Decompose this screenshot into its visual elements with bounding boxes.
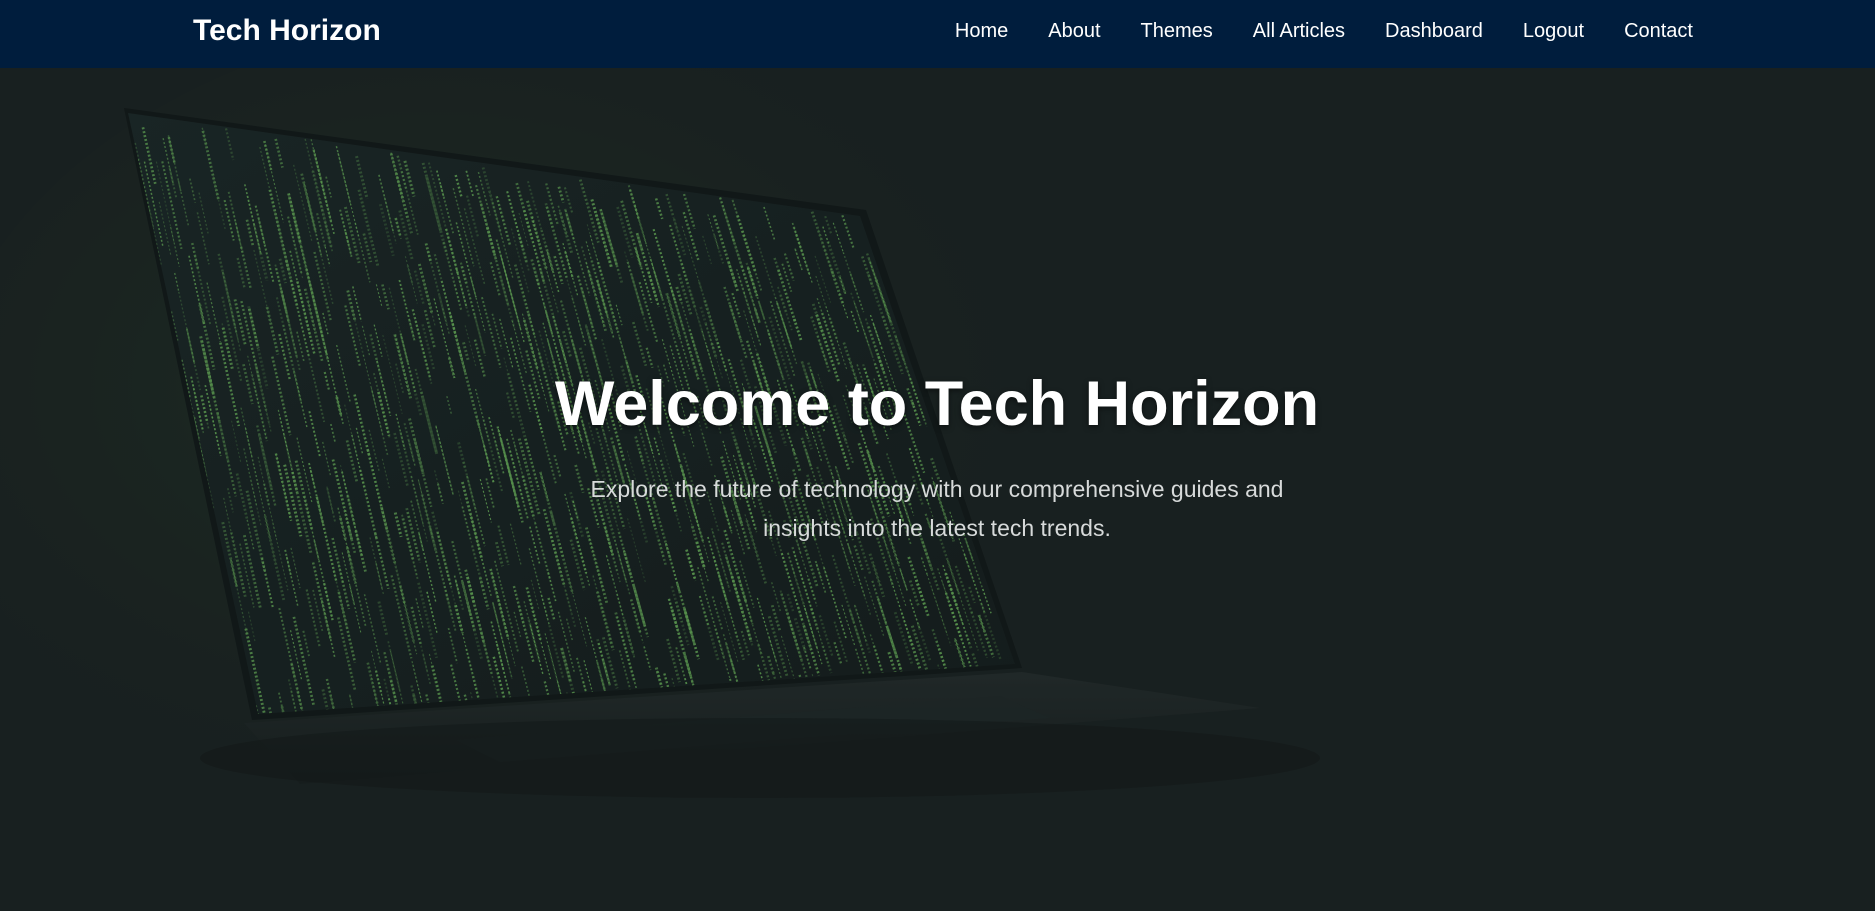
nav-link-themes[interactable]: Themes	[1141, 19, 1213, 43]
nav-link-about[interactable]: About	[1048, 19, 1100, 43]
hero-title: Welcome to Tech Horizon	[554, 369, 1320, 439]
nav-link-dashboard[interactable]: Dashboard	[1385, 19, 1483, 43]
top-navbar: Tech Horizon Home About Themes All Artic…	[0, 0, 1875, 68]
nav-link-contact[interactable]: Contact	[1624, 19, 1693, 43]
brand-logo[interactable]: Tech Horizon	[193, 13, 381, 49]
nav-link-all-articles[interactable]: All Articles	[1253, 19, 1345, 43]
nav-link-home[interactable]: Home	[955, 19, 1008, 43]
hero-subtitle: Explore the future of technology with ou…	[590, 476, 1284, 541]
hero-section: Welcome to Tech Horizon Explore the futu…	[0, 68, 1875, 911]
nav-links: Home About Themes All Articles Dashboard…	[915, 19, 1693, 43]
nav-link-logout[interactable]: Logout	[1523, 19, 1584, 43]
hero-content: Welcome to Tech Horizon Explore the futu…	[537, 368, 1337, 548]
